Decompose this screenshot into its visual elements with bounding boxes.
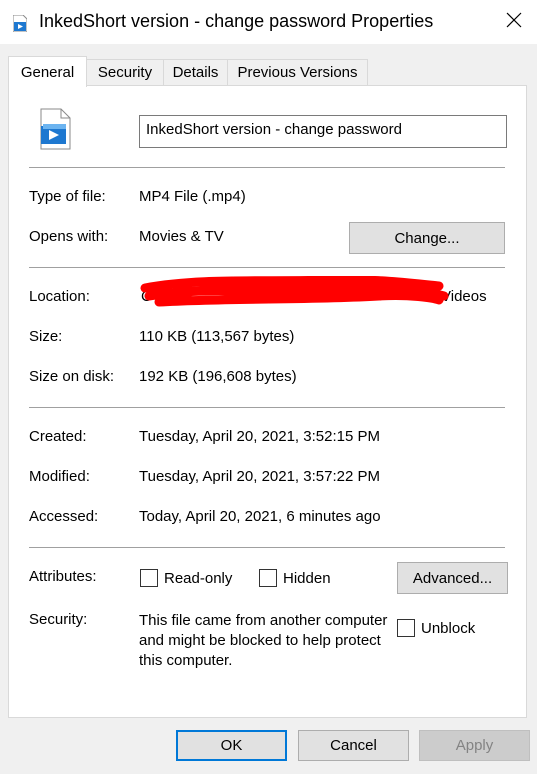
size-on-disk-label: Size on disk: [29, 368, 115, 385]
title-bar: InkedShort version - change password Pro… [0, 0, 537, 44]
opens-with-value: Movies & TV [139, 228, 224, 245]
window-title: InkedShort version - change password Pro… [39, 11, 434, 31]
tab-security[interactable]: Security [86, 59, 164, 85]
created-label: Created: [29, 428, 87, 445]
redaction-scribble [140, 276, 449, 307]
hidden-checkbox[interactable] [259, 569, 277, 587]
size-value: 110 KB (113,567 bytes) [139, 328, 295, 345]
size-on-disk-value: 192 KB (196,608 bytes) [139, 368, 297, 385]
opens-with-label: Opens with: [29, 228, 109, 245]
size-label: Size: [29, 328, 63, 345]
unblock-label: Unblock [421, 620, 476, 637]
readonly-checkbox[interactable] [140, 569, 158, 587]
tab-general[interactable]: General [8, 56, 87, 87]
separator [29, 167, 505, 168]
general-panel: InkedShort version - change password Typ… [8, 85, 527, 718]
security-message: This file came from another computer and… [139, 612, 388, 669]
video-file-icon [12, 14, 28, 33]
modified-value: Tuesday, April 20, 2021, 3:57:22 PM [139, 468, 380, 485]
apply-button[interactable]: Apply [419, 730, 530, 761]
accessed-value: Today, April 20, 2021, 6 minutes ago [139, 508, 381, 525]
accessed-label: Accessed: [29, 508, 99, 525]
separator [29, 267, 505, 268]
attributes-label: Attributes: [29, 568, 97, 585]
filename-field[interactable]: InkedShort version - change password [139, 115, 507, 148]
close-icon [506, 12, 522, 32]
separator [29, 407, 505, 408]
cancel-button[interactable]: Cancel [298, 730, 409, 761]
hidden-label: Hidden [283, 570, 331, 587]
modified-label: Modified: [29, 468, 90, 485]
security-label: Security: [29, 611, 88, 628]
separator [29, 547, 505, 548]
change-button[interactable]: Change... [349, 222, 505, 254]
unblock-checkbox[interactable] [397, 619, 415, 637]
location-label: Location: [29, 288, 90, 305]
tab-details[interactable]: Details [163, 59, 228, 85]
created-value: Tuesday, April 20, 2021, 3:52:15 PM [139, 428, 380, 445]
advanced-button[interactable]: Advanced... [397, 562, 508, 594]
ok-button[interactable]: OK [176, 730, 287, 761]
close-button[interactable] [491, 0, 537, 44]
tab-previous-versions[interactable]: Previous Versions [227, 59, 368, 85]
type-of-file-label: Type of file: [29, 188, 106, 205]
video-file-large-icon [37, 108, 73, 150]
type-of-file-value: MP4 File (.mp4) [139, 188, 246, 205]
readonly-label: Read-only [164, 570, 233, 587]
